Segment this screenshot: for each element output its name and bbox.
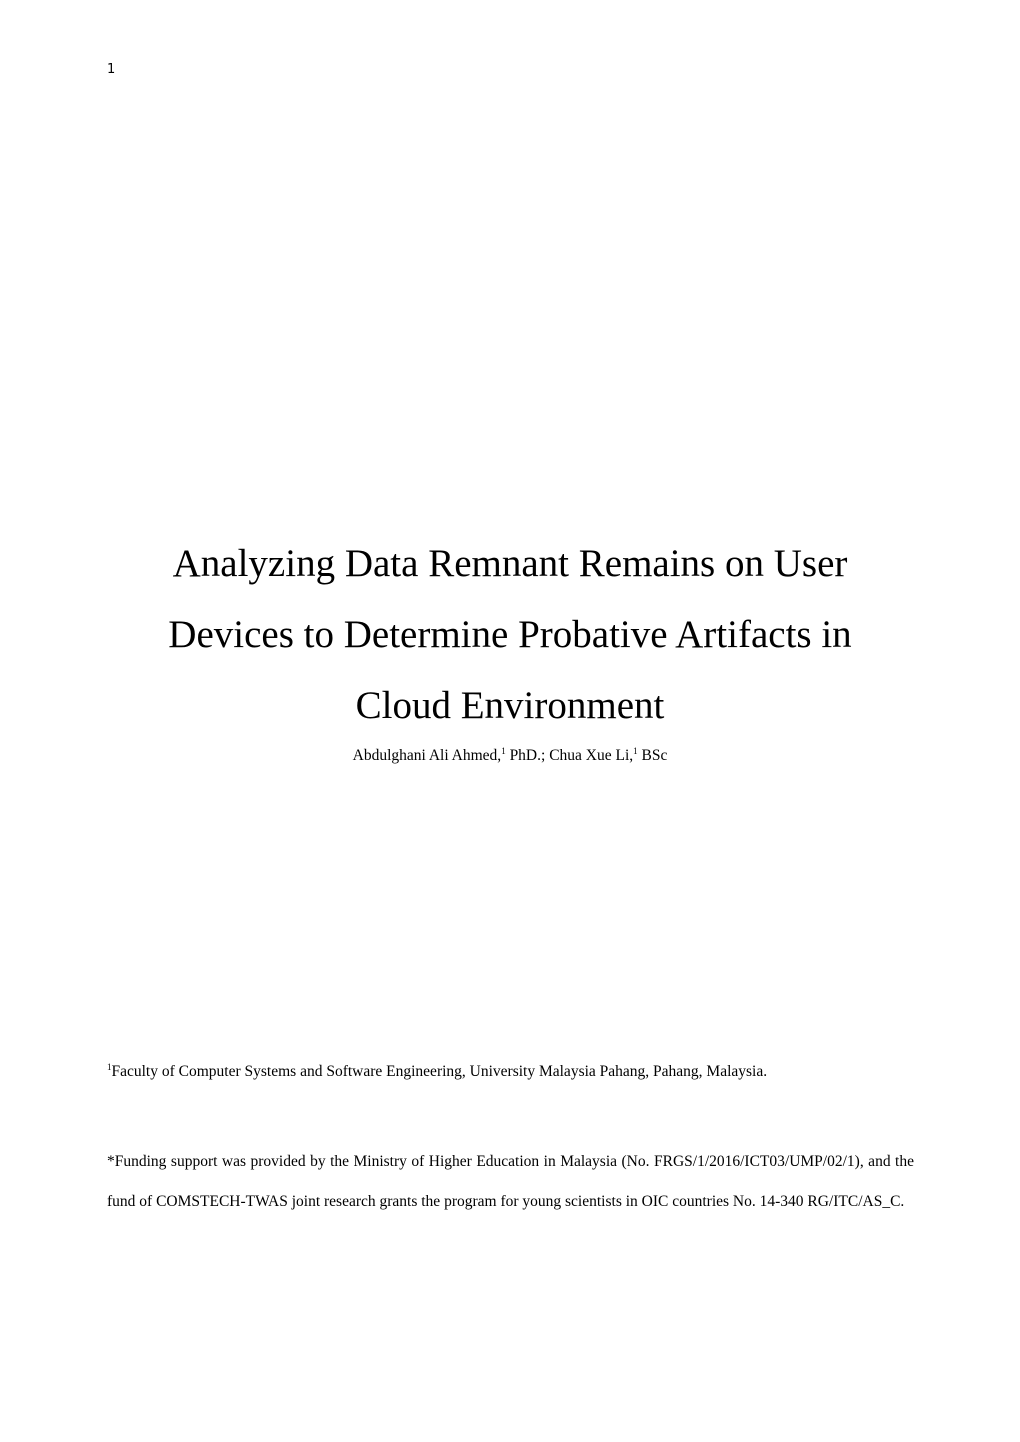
author-name: Abdulghani Ali Ahmed, <box>352 747 502 764</box>
title-line: Cloud Environment <box>355 684 665 727</box>
author-list: Abdulghani Ali Ahmed,1 PhD.; Chua Xue Li… <box>0 746 1020 765</box>
page-number: 1 <box>107 62 116 77</box>
funding-note: *Funding support was provided by the Min… <box>107 1153 914 1210</box>
author-degree: BSc <box>637 747 668 764</box>
author-degree: PhD.; <box>505 747 546 764</box>
affiliation-text: Faculty of Computer Systems and Software… <box>111 1063 768 1080</box>
author-name: Chua Xue Li, <box>545 747 634 764</box>
affiliation: 1Faculty of Computer Systems and Softwar… <box>107 1062 768 1081</box>
paper-title: Analyzing Data Remnant Remains on User D… <box>0 528 1020 741</box>
title-line: Analyzing Data Remnant Remains on User <box>172 542 848 585</box>
title-line: Devices to Determine Probative Artifacts… <box>168 613 852 656</box>
